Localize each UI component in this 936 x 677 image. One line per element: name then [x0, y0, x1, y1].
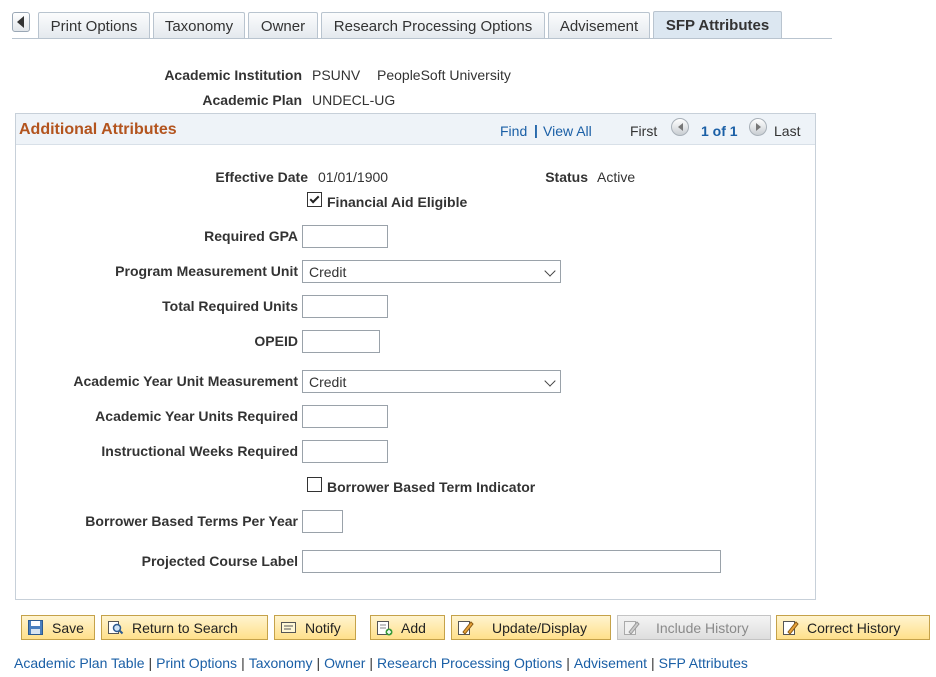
total-required-units-input[interactable]	[302, 295, 388, 318]
tab-taxonomy[interactable]: Taxonomy	[153, 12, 245, 39]
update-display-button[interactable]: Update/Display	[451, 615, 611, 640]
correct-history-label: Correct History	[807, 619, 901, 636]
required-gpa-label: Required GPA	[204, 228, 298, 244]
footer-link-academic-plan-table[interactable]: Academic Plan Table	[14, 655, 144, 671]
footer-link-owner[interactable]: Owner	[324, 655, 365, 671]
last-label: Last	[774, 123, 801, 139]
next-row-button[interactable]	[749, 118, 767, 136]
include-history-label: Include History	[656, 619, 749, 636]
add-button[interactable]: Add	[370, 615, 445, 640]
institution-code: PSUNV	[312, 67, 361, 83]
save-button[interactable]: Save	[21, 615, 95, 640]
edit-icon	[458, 621, 474, 635]
row-count: 1 of 1	[701, 123, 738, 139]
tab-sfp-attributes[interactable]: SFP Attributes	[653, 11, 782, 39]
footer-link-taxonomy[interactable]: Taxonomy	[249, 655, 313, 671]
opeid-input[interactable]	[302, 330, 380, 353]
tab-label: SFP Attributes	[665, 17, 770, 34]
projected-course-label-input[interactable]	[302, 550, 721, 573]
arrow-left-icon	[16, 16, 24, 28]
previous-row-button[interactable]	[671, 118, 689, 136]
plan-value: UNDECL-UG	[312, 92, 396, 108]
arrow-right-icon	[755, 123, 761, 131]
footer-separator: |	[241, 655, 245, 671]
institution-name: PeopleSoft University	[377, 67, 511, 83]
footer-link-research-processing-options[interactable]: Research Processing Options	[377, 655, 562, 671]
tab-advisement[interactable]: Advisement	[548, 12, 650, 39]
financial-aid-eligible-checkbox[interactable]	[307, 192, 322, 207]
tab-label: Taxonomy	[164, 17, 234, 35]
footer-link-advisement[interactable]: Advisement	[574, 655, 647, 671]
view-all-link[interactable]: View All	[543, 123, 592, 139]
footer-link-sfp-attributes[interactable]: SFP Attributes	[659, 655, 748, 671]
tab-label: Advisement	[559, 17, 639, 35]
academic-year-units-required-label: Academic Year Units Required	[95, 408, 298, 424]
footer-separator: |	[148, 655, 153, 671]
notify-icon	[281, 622, 296, 633]
academic-year-unit-measurement-select[interactable]: Credit	[302, 370, 561, 393]
search-icon	[108, 621, 124, 635]
projected-course-label-label: Projected Course Label	[141, 553, 298, 569]
academic-year-unit-measurement-label: Academic Year Unit Measurement	[73, 373, 298, 389]
program-measurement-unit-select[interactable]: Credit	[302, 260, 561, 283]
notify-label: Notify	[305, 619, 341, 636]
tab-divider	[12, 38, 832, 39]
nav-separator: |	[534, 122, 538, 138]
required-gpa-input[interactable]	[302, 225, 388, 248]
correct-history-icon	[783, 621, 799, 635]
tab-owner[interactable]: Owner	[248, 12, 318, 39]
footer-link-print-options[interactable]: Print Options	[156, 655, 237, 671]
borrower-based-term-indicator-label: Borrower Based Term Indicator	[327, 479, 536, 495]
arrow-left-icon	[677, 123, 683, 131]
academic-year-units-required-input[interactable]	[302, 405, 388, 428]
footer-separator: |	[566, 655, 570, 671]
correct-history-button[interactable]: Correct History	[776, 615, 930, 640]
history-icon	[624, 621, 640, 635]
academic-year-unit-measurement-value: Credit	[309, 373, 347, 390]
tab-label: Print Options	[50, 17, 138, 35]
financial-aid-eligible-label: Financial Aid Eligible	[327, 194, 468, 210]
group-title: Additional Attributes	[19, 121, 177, 138]
add-icon	[377, 621, 393, 636]
save-icon	[28, 620, 43, 635]
notify-button[interactable]: Notify	[274, 615, 356, 640]
total-required-units-label: Total Required Units	[162, 298, 298, 314]
effective-date-label: Effective Date	[215, 169, 308, 185]
program-measurement-unit-value: Credit	[309, 263, 347, 280]
status-value: Active	[597, 169, 636, 185]
return-to-search-button[interactable]: Return to Search	[101, 615, 268, 640]
institution-label: Academic Institution	[164, 67, 302, 83]
borrower-based-terms-per-year-input[interactable]	[302, 510, 343, 533]
footer-separator: |	[651, 655, 655, 671]
return-to-search-label: Return to Search	[132, 619, 238, 636]
chevron-down-icon	[544, 265, 556, 277]
find-link[interactable]: Find	[500, 123, 527, 139]
update-display-label: Update/Display	[492, 619, 587, 636]
checkmark-icon	[309, 193, 320, 203]
footer-links: Academic Plan Table | Print Options | Taxono…	[14, 655, 748, 671]
first-label: First	[630, 123, 658, 139]
status-label: Status	[545, 169, 588, 185]
instructional-weeks-required-label: Instructional Weeks Required	[101, 443, 298, 459]
chevron-down-icon	[544, 375, 556, 387]
borrower-based-term-indicator-checkbox[interactable]	[307, 477, 322, 492]
tab-label: Owner	[260, 17, 306, 35]
program-measurement-unit-label: Program Measurement Unit	[115, 263, 298, 279]
include-history-button: Include History	[617, 615, 771, 640]
opeid-label: OPEID	[254, 333, 298, 349]
footer-separator: |	[369, 655, 374, 671]
tab-scroll-left-button[interactable]	[12, 12, 30, 32]
borrower-based-terms-per-year-label: Borrower Based Terms Per Year	[85, 513, 298, 529]
plan-label: Academic Plan	[202, 92, 302, 108]
save-label: Save	[52, 619, 84, 636]
tab-research-processing-options[interactable]: Research Processing Options	[321, 12, 545, 39]
add-label: Add	[401, 619, 426, 636]
tab-label: Research Processing Options	[333, 17, 533, 35]
effective-date-value: 01/01/1900	[318, 169, 389, 185]
instructional-weeks-required-input[interactable]	[302, 440, 388, 463]
footer-separator: |	[316, 655, 321, 671]
tab-print-options[interactable]: Print Options	[38, 12, 150, 39]
